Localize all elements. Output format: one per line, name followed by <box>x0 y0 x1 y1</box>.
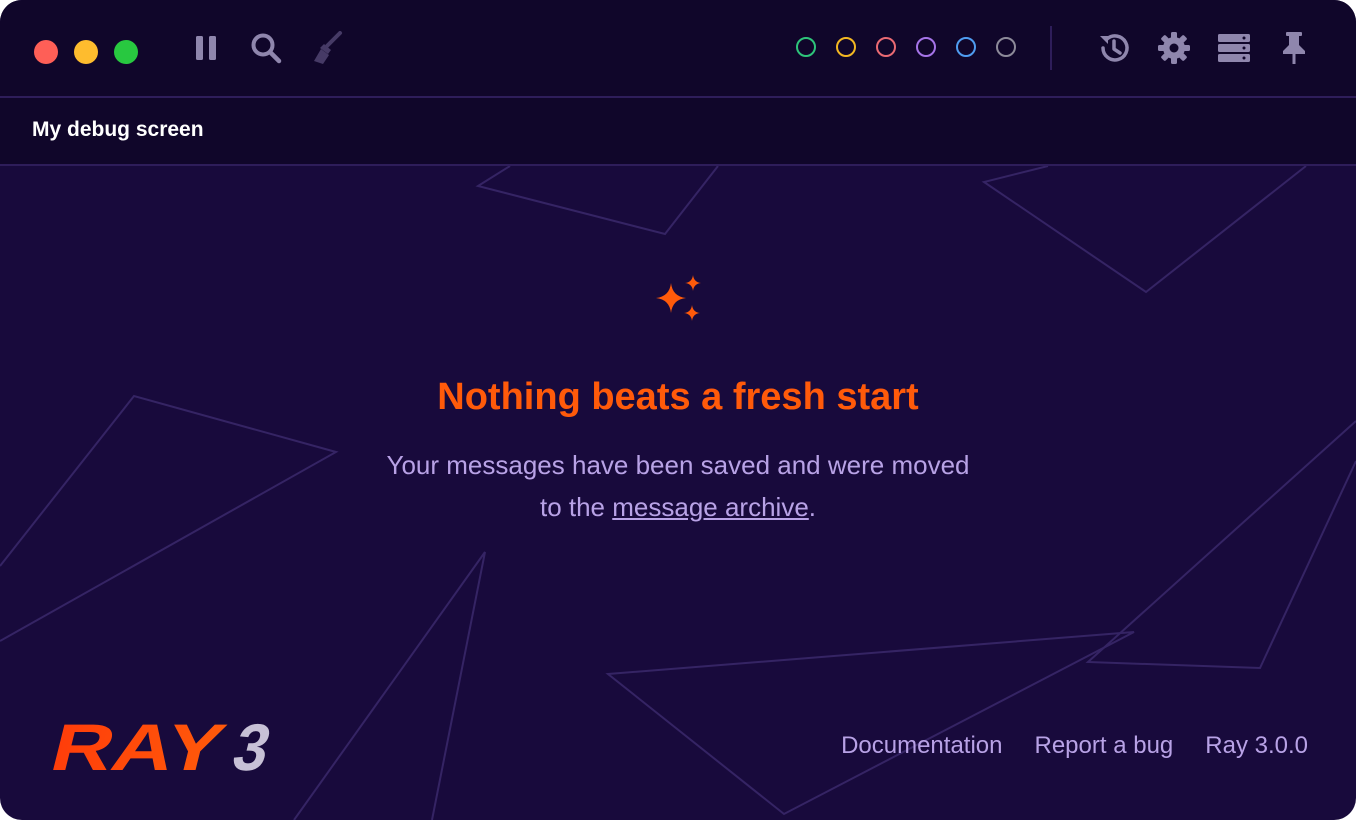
description-suffix: . <box>808 492 817 522</box>
minimize-window-button[interactable] <box>74 40 98 64</box>
search-icon[interactable] <box>248 30 284 66</box>
empty-state-title: Nothing beats a fresh start <box>437 376 919 418</box>
settings-gear-icon[interactable] <box>1156 30 1192 66</box>
clear-broom-icon[interactable] <box>308 30 344 66</box>
ray-app-window: My debug screen Nothing beats a fresh st… <box>0 0 1356 820</box>
color-filter-green[interactable] <box>796 37 816 57</box>
pause-icon[interactable] <box>188 30 224 66</box>
message-archive-link[interactable]: message archive <box>612 492 809 522</box>
sparkles-icon <box>656 275 701 321</box>
servers-icon[interactable] <box>1216 30 1252 66</box>
zoom-window-button[interactable] <box>114 40 138 64</box>
color-filter-blue[interactable] <box>956 37 976 57</box>
history-icon[interactable] <box>1096 30 1132 66</box>
color-filter-gray[interactable] <box>996 37 1016 57</box>
color-filter-yellow[interactable] <box>836 37 856 57</box>
description-prefix: to the <box>539 492 613 522</box>
color-filter-red[interactable] <box>876 37 896 57</box>
toolbar-separator <box>1050 26 1052 70</box>
titlebar <box>0 0 1356 98</box>
ray-logo: RAY 3 <box>46 712 276 776</box>
screen-name-tab[interactable]: My debug screen <box>32 118 204 142</box>
empty-state-description: Your messages have been saved and were m… <box>0 444 1356 528</box>
documentation-link[interactable]: Documentation <box>841 732 1002 760</box>
footer-links: Documentation Report a bug Ray 3.0.0 <box>841 732 1308 760</box>
version-label[interactable]: Ray 3.0.0 <box>1205 732 1308 760</box>
description-line-2: to the message archive. <box>0 486 1356 528</box>
description-line-1: Your messages have been saved and were m… <box>386 450 970 480</box>
screen-tab-bar: My debug screen <box>0 98 1356 166</box>
ray-logo-text: RAY <box>46 712 232 776</box>
pin-icon[interactable] <box>1276 30 1312 66</box>
empty-state-area: Nothing beats a fresh start Your message… <box>0 166 1356 820</box>
color-filter-purple[interactable] <box>916 37 936 57</box>
ray-logo-number: 3 <box>226 712 276 776</box>
report-bug-link[interactable]: Report a bug <box>1035 732 1174 760</box>
close-window-button[interactable] <box>34 40 58 64</box>
